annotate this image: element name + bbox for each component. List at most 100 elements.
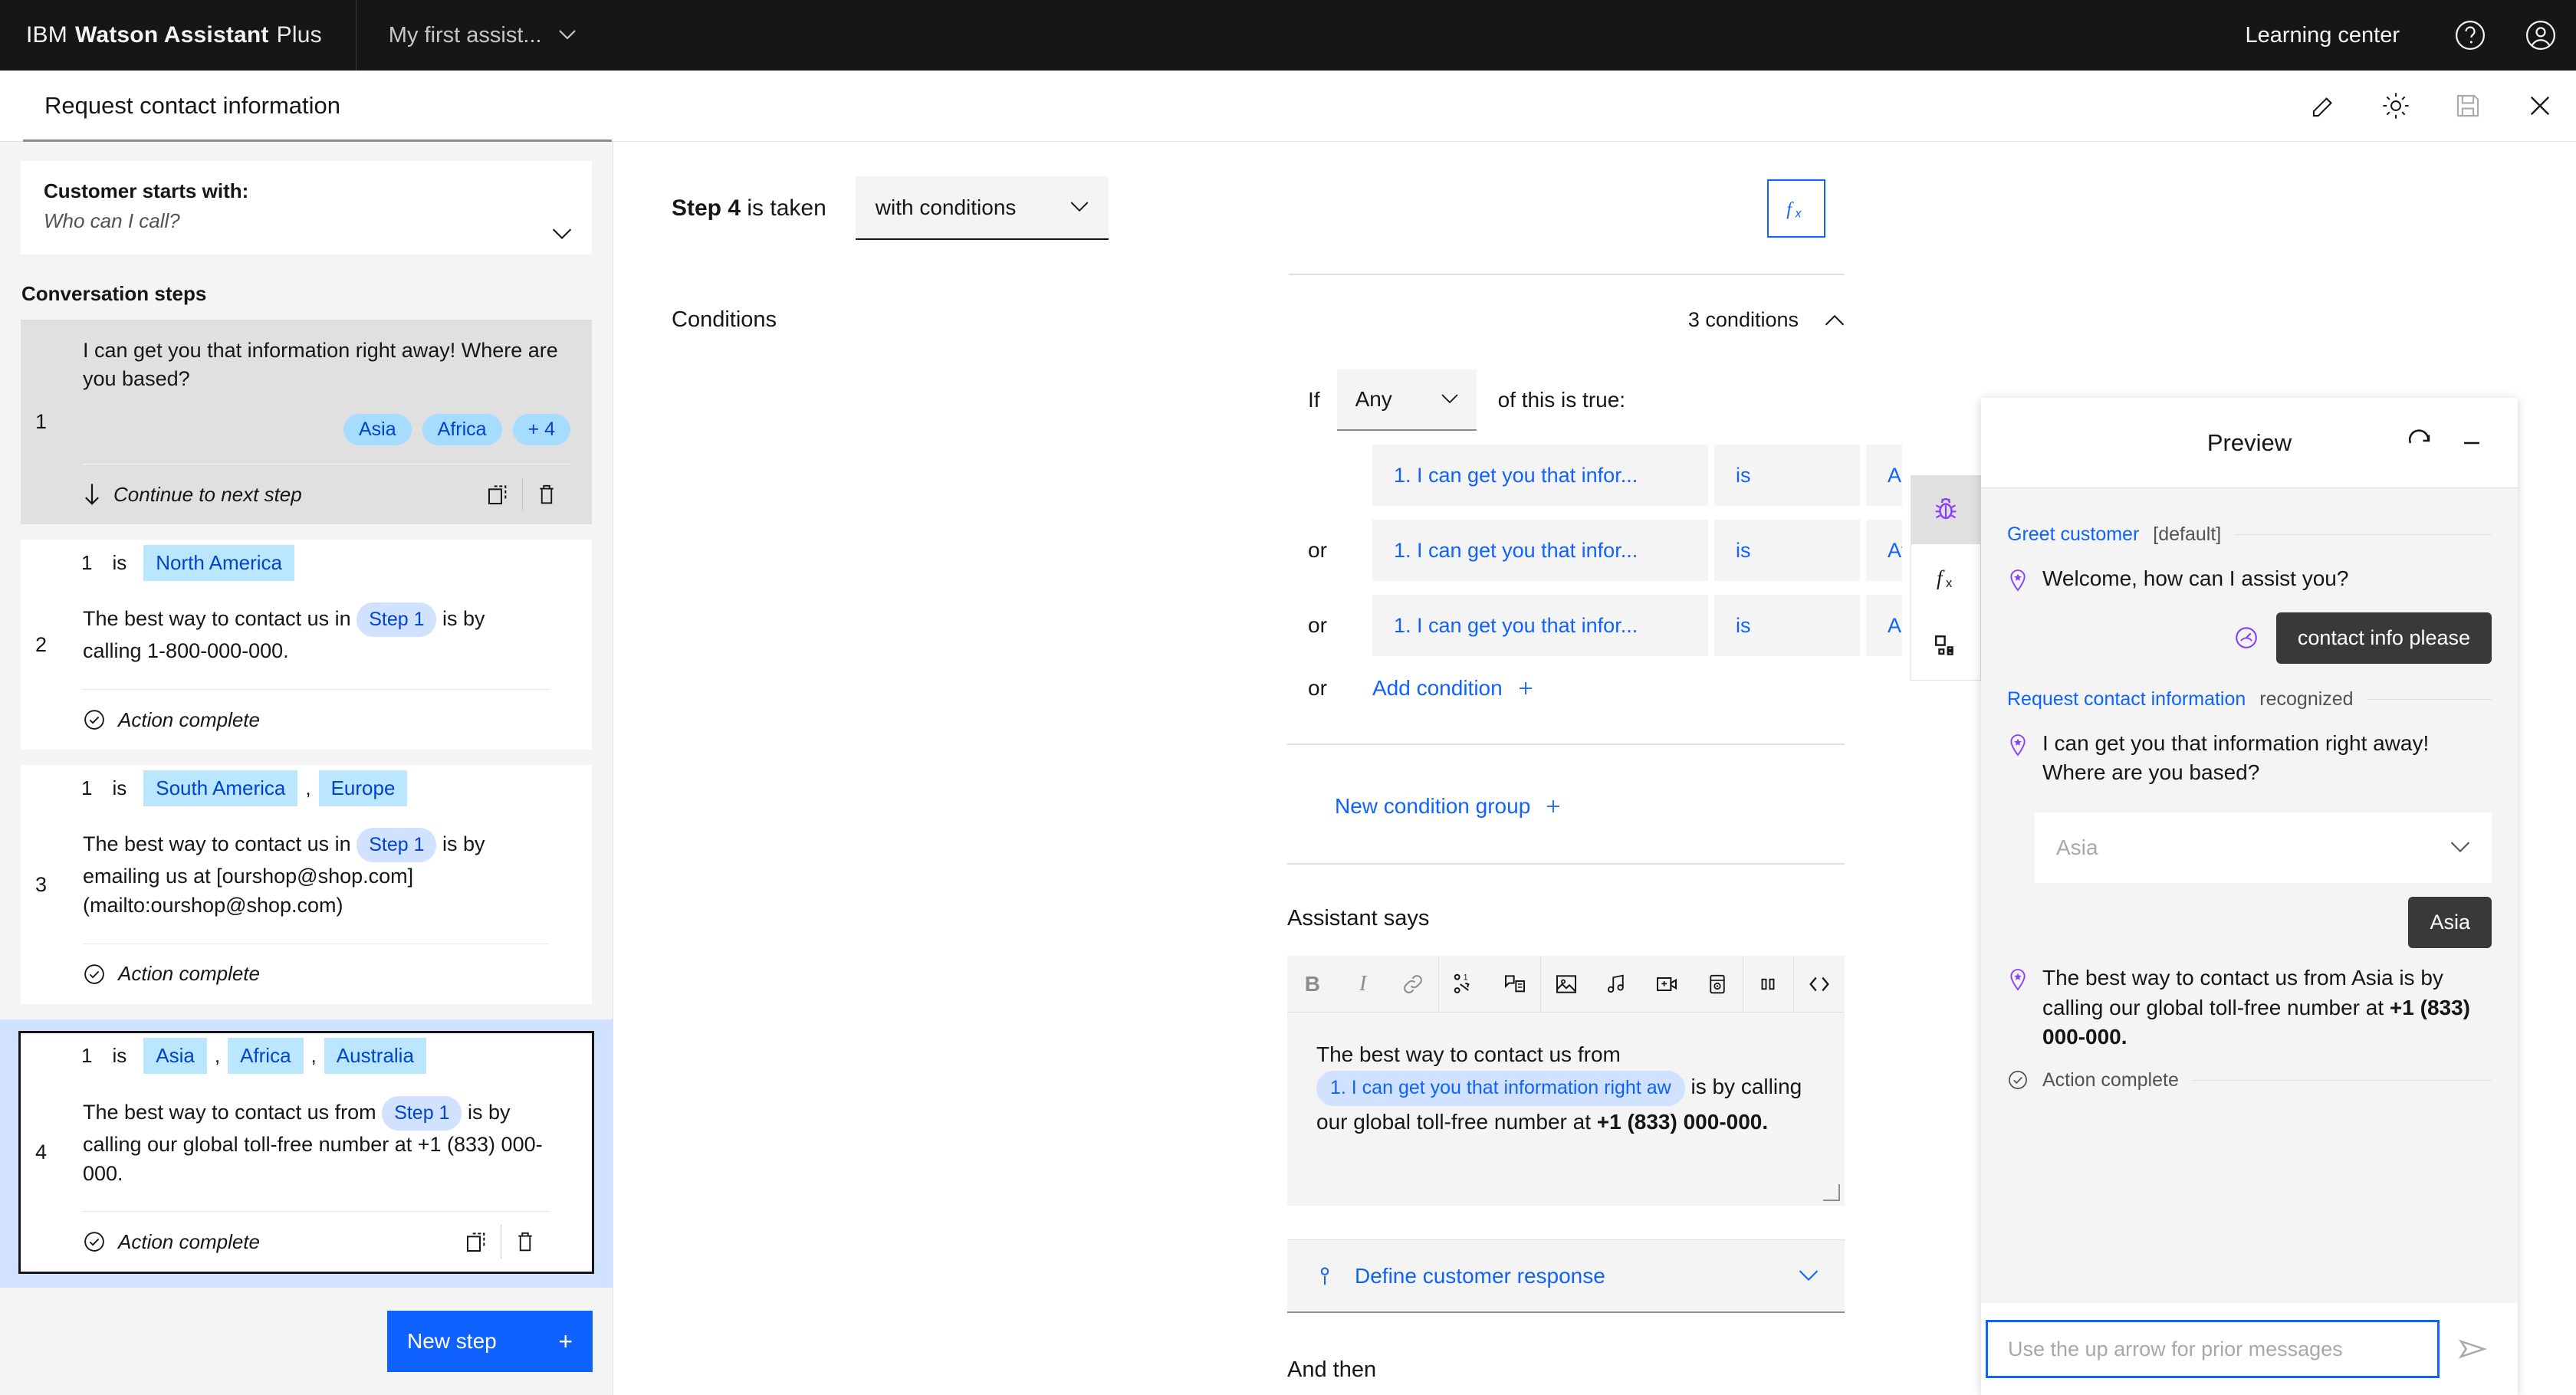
step-taken-select[interactable]: with conditions: [855, 176, 1109, 240]
function-fx-icon[interactable]: fx: [1911, 544, 1980, 612]
and-then-heading: And then: [1287, 1357, 1377, 1382]
divider-line: [2192, 1079, 2492, 1081]
customer-starts-with-card[interactable]: Customer starts with: Who can I call?: [21, 161, 592, 254]
recognized-action-link[interactable]: Request contact information: [2007, 688, 2246, 711]
check-circle-icon: [2007, 1069, 2029, 1091]
assistant-name-label: My first assist...: [388, 22, 542, 48]
delete-icon[interactable]: [501, 1218, 549, 1265]
pause-icon[interactable]: [1743, 956, 1794, 1013]
variable-icon[interactable]: 1: [1439, 956, 1490, 1013]
condition-operator-select[interactable]: is: [1714, 520, 1860, 581]
step-tag[interactable]: Asia: [343, 414, 412, 446]
apps-grid-icon[interactable]: [1911, 612, 1980, 680]
condition-value-select[interactable]: Australia: [1866, 595, 1902, 656]
duplicate-icon[interactable]: [453, 1218, 501, 1265]
dropdown-selected-value: Asia: [2056, 835, 2098, 859]
debug-bug-icon[interactable]: [1911, 476, 1980, 544]
condition-variable-select[interactable]: 1. I can get you that infor...: [1372, 445, 1708, 506]
condition-operator: is: [112, 1044, 127, 1068]
image-icon[interactable]: [1541, 956, 1592, 1013]
condition-value-select[interactable]: Asia: [1866, 445, 1902, 506]
step-reference-chip[interactable]: Step 1: [382, 1095, 462, 1131]
svg-text:x: x: [1795, 207, 1802, 220]
step-footer-actions: [475, 471, 570, 518]
learning-center-link[interactable]: Learning center: [2245, 23, 2435, 48]
step-4-selection-wrapper: 4 1 is Asia , Africa , Australia The bes…: [0, 1019, 613, 1301]
chevron-down-icon: [2450, 842, 2470, 854]
condition-operator-select[interactable]: is: [1714, 595, 1860, 656]
restart-icon[interactable]: [2395, 419, 2444, 468]
new-condition-group-label: New condition group: [1335, 794, 1531, 818]
add-condition-button[interactable]: Add condition: [1372, 676, 1535, 701]
step-footer-actions: [453, 1218, 549, 1265]
video-icon[interactable]: [1641, 956, 1692, 1013]
gear-icon[interactable]: [2360, 71, 2432, 141]
greet-action-link[interactable]: Greet customer: [2007, 524, 2139, 546]
duplicate-icon[interactable]: [475, 471, 522, 518]
step-item-3[interactable]: 3 1 is South America , Europe The best w…: [21, 765, 592, 1004]
preview-header-actions: [2395, 419, 2496, 468]
preview-message-input[interactable]: Use the up arrow for prior messages: [1986, 1320, 2440, 1378]
save-icon[interactable]: [2432, 71, 2504, 141]
send-icon[interactable]: [2440, 1320, 2505, 1378]
starts-with-value: Who can I call?: [44, 209, 180, 232]
bold-icon[interactable]: B: [1287, 956, 1338, 1013]
condition-value-select[interactable]: Africa: [1866, 520, 1902, 581]
condition-prefix: or: [1308, 538, 1327, 562]
step-item-2[interactable]: 2 1 is North America The best way to con…: [21, 540, 592, 750]
editor-content[interactable]: The best way to contact us from 1. I can…: [1287, 1013, 1845, 1206]
iframe-icon[interactable]: [1692, 956, 1743, 1013]
edit-icon[interactable]: [2288, 71, 2360, 141]
help-icon[interactable]: [2435, 0, 2505, 71]
bot-message: Welcome, how can I assist you?: [2007, 556, 2492, 599]
condition-separator: ,: [305, 776, 311, 799]
step-item-4[interactable]: 4 1 is Asia , Africa , Australia The bes…: [18, 1030, 594, 1275]
chevron-down-icon[interactable]: [552, 228, 572, 241]
condition-row: or 1. I can get you that infor... is Aus…: [614, 581, 1902, 656]
preview-response-dropdown[interactable]: Asia: [2035, 812, 2492, 883]
new-condition-group-button[interactable]: New condition group: [1335, 794, 1902, 819]
minimize-icon[interactable]: [2447, 419, 2496, 468]
step-tag[interactable]: Africa: [422, 414, 502, 446]
new-step-button[interactable]: New step +: [387, 1311, 593, 1372]
condition-variable-select[interactable]: 1. I can get you that infor...: [1372, 595, 1708, 656]
assistant-selector[interactable]: My first assist...: [389, 23, 576, 48]
chevron-down-icon: [1441, 394, 1458, 405]
step-condition-line: 1 is Asia , Africa , Australia: [61, 1033, 570, 1079]
condition-variable-select[interactable]: 1. I can get you that infor...: [1372, 520, 1708, 581]
if-label: If: [1308, 388, 1320, 412]
bot-message: The best way to contact us from Asia is …: [2007, 956, 2492, 1057]
response-options-icon[interactable]: [1490, 956, 1540, 1013]
confidence-gauge-icon[interactable]: [2233, 625, 2259, 651]
resize-handle[interactable]: [1823, 1184, 1840, 1201]
step-footer-label: Action complete: [118, 962, 260, 986]
of-this-is-true-label: of this is true:: [1497, 388, 1626, 412]
location-pin-icon: [2007, 963, 2029, 1052]
step-item-1[interactable]: 1 I can get you that information right a…: [21, 320, 592, 525]
code-view-icon[interactable]: [1794, 956, 1845, 1013]
step-reference-chip[interactable]: Step 1: [356, 602, 437, 638]
action-complete-row: Action complete: [2007, 1057, 2492, 1091]
plus-icon: [1516, 679, 1535, 698]
function-fx-button[interactable]: fx: [1767, 179, 1825, 238]
condition-operator-select[interactable]: is: [1714, 445, 1860, 506]
condition-match-select[interactable]: Any: [1336, 369, 1477, 431]
user-avatar-icon[interactable]: [2505, 0, 2576, 71]
step-taken-select-value: with conditions: [875, 195, 1017, 219]
conversation-steps-heading: Conversation steps: [21, 282, 207, 305]
italic-icon[interactable]: I: [1338, 956, 1388, 1013]
chevron-up-icon[interactable]: [1825, 314, 1845, 327]
delete-icon[interactable]: [523, 471, 570, 518]
close-icon[interactable]: [2504, 71, 2576, 141]
editor-variable-chip[interactable]: 1. I can get you that information right …: [1316, 1071, 1685, 1106]
define-customer-response-accordion[interactable]: Define customer response: [1287, 1239, 1845, 1313]
link-icon[interactable]: [1388, 956, 1438, 1013]
step-reference-chip[interactable]: Step 1: [356, 828, 437, 863]
audio-icon[interactable]: [1591, 956, 1641, 1013]
step-taken-suffix: is taken: [741, 195, 826, 221]
step-tag-overflow[interactable]: + 4: [512, 414, 570, 446]
topbar-right-group: Learning center: [2245, 0, 2576, 71]
conditions-label: Conditions: [672, 307, 777, 332]
new-condition-group-row: New condition group: [614, 745, 1902, 819]
condition-value: North America: [143, 544, 294, 581]
